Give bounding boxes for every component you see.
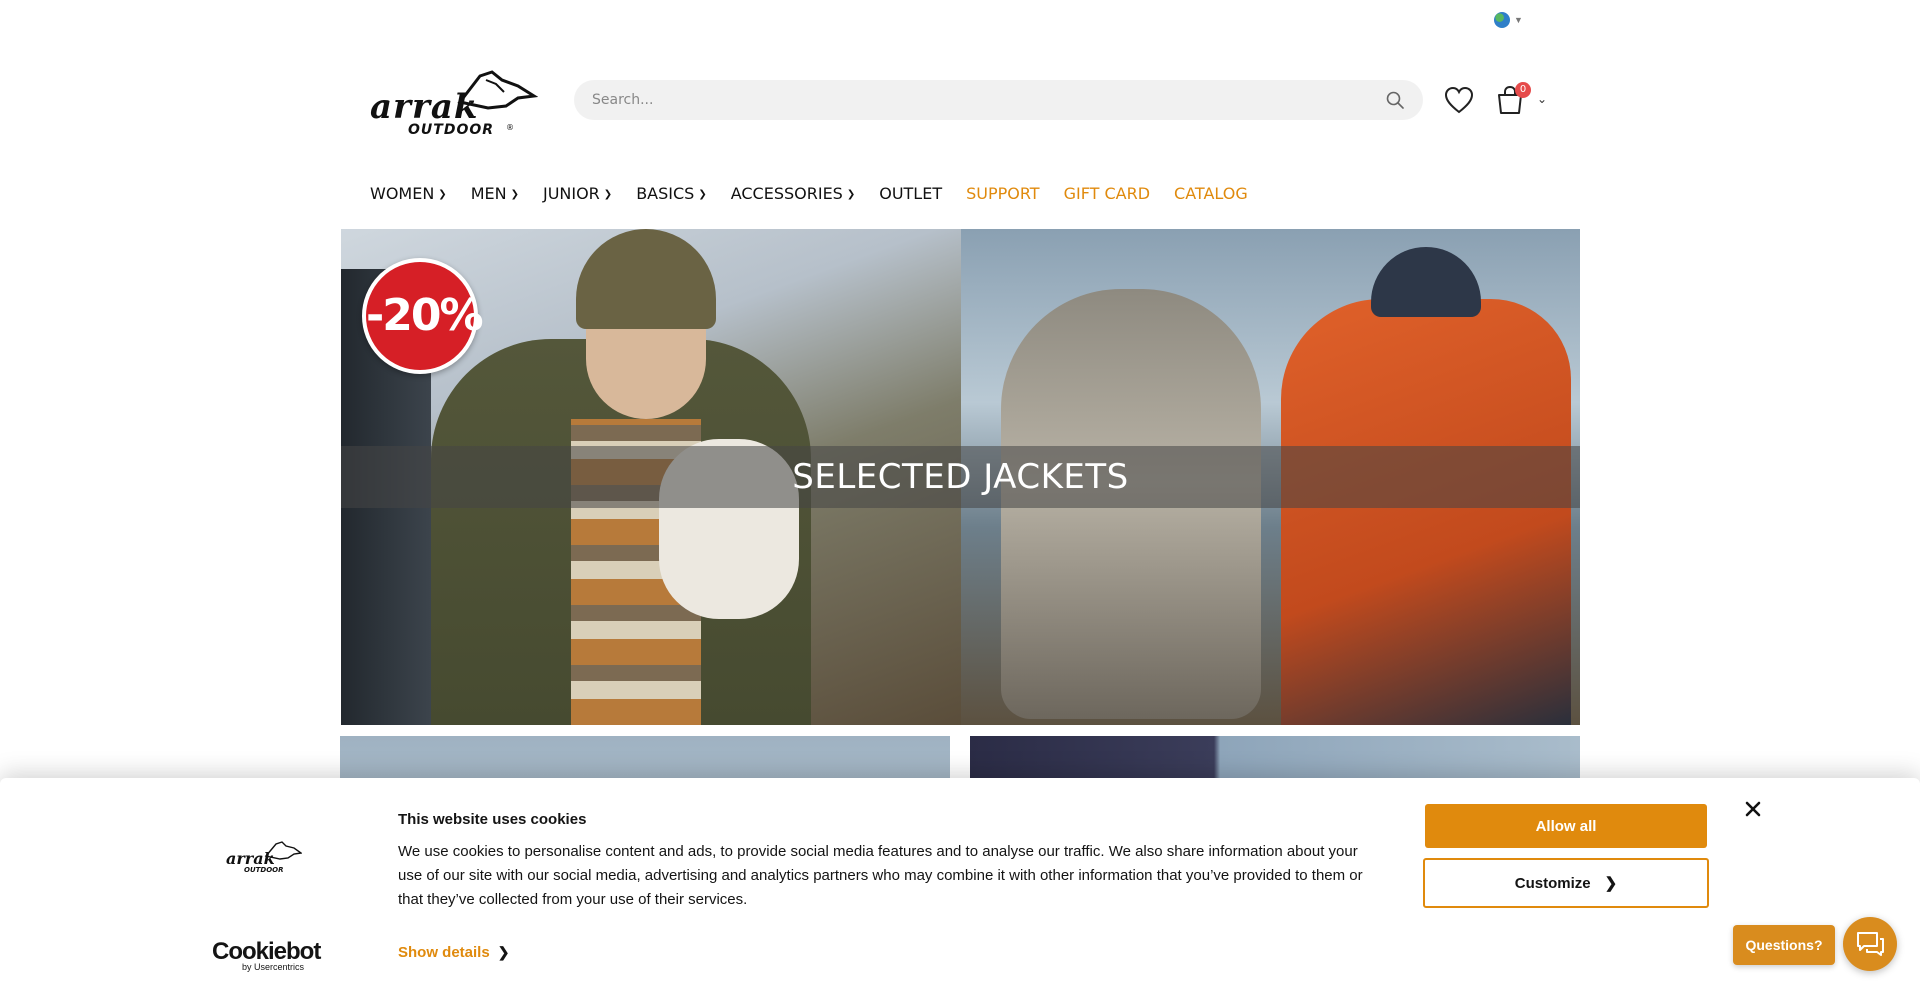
chat-icon xyxy=(1857,932,1884,956)
nav-item-junior[interactable]: JUNIOR ❯ xyxy=(543,184,612,203)
chevron-down-icon: ❯ xyxy=(603,189,613,200)
hero-title: SELECTED JACKETS xyxy=(792,457,1129,497)
questions-button[interactable]: Questions? xyxy=(1733,925,1835,965)
logo[interactable]: arrak OUTDOOR ® xyxy=(368,66,538,138)
cart-count-badge: 0 xyxy=(1515,82,1531,98)
nav-item-catalog[interactable]: CATALOG xyxy=(1174,184,1248,203)
globe-icon xyxy=(1494,12,1510,28)
discount-badge: -20% xyxy=(362,258,484,374)
chevron-down-icon[interactable]: ⌄ xyxy=(1537,92,1547,106)
svg-text:OUTDOOR: OUTDOOR xyxy=(408,122,494,138)
chevron-down-icon: ▼ xyxy=(1514,15,1523,25)
customize-button[interactable]: Customize ❯ xyxy=(1423,858,1709,908)
search-bar xyxy=(574,80,1423,120)
nav-item-basics[interactable]: BASICS ❯ xyxy=(636,184,707,203)
main-nav: WOMEN ❯ MEN ❯ JUNIOR ❯ BASICS ❯ ACCESSORIES ❯… xyxy=(370,184,1272,203)
svg-text:®: ® xyxy=(506,123,514,132)
chat-button[interactable] xyxy=(1843,917,1897,971)
top-bar: ▼ xyxy=(0,0,1920,40)
cookie-banner-logo: arrak OUTDOOR xyxy=(226,841,302,874)
show-details-link[interactable]: Show details ❯ xyxy=(398,944,509,961)
logo-text: arrak xyxy=(370,87,478,127)
cookie-description: We use cookies to personalise content an… xyxy=(398,843,1363,908)
nav-item-women[interactable]: WOMEN ❯ xyxy=(370,184,447,203)
language-selector[interactable]: ▼ xyxy=(1494,12,1523,28)
chevron-down-icon: ❯ xyxy=(510,189,519,200)
site-header: arrak OUTDOOR ® 0 ⌄ xyxy=(0,40,1920,200)
search-icon[interactable] xyxy=(1385,90,1405,110)
chevron-right-icon: ❯ xyxy=(497,944,510,960)
allow-all-button[interactable]: Allow all xyxy=(1425,804,1707,848)
svg-text:OUTDOOR: OUTDOOR xyxy=(244,866,284,874)
chevron-down-icon: ❯ xyxy=(438,189,447,200)
chevron-down-icon: ❯ xyxy=(698,189,707,200)
close-icon[interactable] xyxy=(1742,798,1764,820)
search-input[interactable] xyxy=(592,92,1385,108)
cookie-consent-banner: arrak OUTDOOR This website uses cookies … xyxy=(0,778,1920,993)
hero-banner[interactable]: SELECTED JACKETS -20% xyxy=(341,229,1580,725)
nav-item-accessories[interactable]: ACCESSORIES ❯ xyxy=(731,184,856,203)
nav-item-support[interactable]: SUPPORT xyxy=(966,184,1039,203)
nav-item-men[interactable]: MEN ❯ xyxy=(471,184,519,203)
nav-item-gift-card[interactable]: GIFT CARD xyxy=(1064,184,1150,203)
cookie-title: This website uses cookies xyxy=(398,811,587,828)
heart-icon[interactable] xyxy=(1444,86,1474,114)
chevron-down-icon: ❯ xyxy=(846,189,856,200)
chevron-right-icon: ❯ xyxy=(1604,875,1618,892)
cookiebot-logo: Cookiebot by Usercentrics xyxy=(212,938,321,972)
nav-item-outlet[interactable]: OUTLET xyxy=(879,184,942,203)
